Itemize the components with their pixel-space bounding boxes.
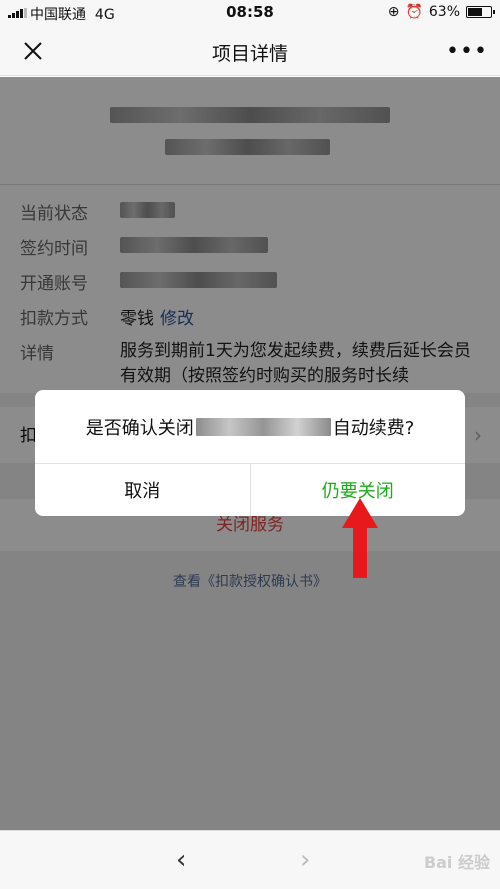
dialog-message-suffix: 自动续费? <box>332 417 415 439</box>
nav-bar: 项目详情 ••• <box>0 26 500 76</box>
dialog-message-prefix: 是否确认关闭 <box>85 417 194 439</box>
confirm-dialog: 是否确认关闭 自动续费? 取消 仍要关闭 <box>35 390 465 516</box>
dialog-message: 是否确认关闭 自动续费? <box>35 390 465 463</box>
annotation-arrow-icon <box>342 498 378 578</box>
bottom-toolbar: ‹ › Bai 经验 <box>0 830 500 889</box>
page-title: 项目详情 <box>211 43 288 65</box>
alarm-icon: ⏰ <box>405 4 423 20</box>
battery-icon <box>466 6 495 18</box>
service-name-redacted <box>195 417 331 436</box>
watermark: Bai 经验 <box>423 853 490 872</box>
cancel-button[interactable]: 取消 <box>35 464 251 516</box>
status-bar: 中国联通 4G 08:58 ⊕ ⏰ 63% <box>0 0 500 26</box>
lock-rotation-icon: ⊕ <box>387 4 400 20</box>
dialog-buttons: 取消 仍要关闭 <box>35 463 465 516</box>
back-icon[interactable]: ‹ <box>176 845 186 875</box>
battery-percent: 63% <box>428 4 460 20</box>
battery-fill <box>468 8 482 16</box>
forward-icon[interactable]: › <box>300 845 310 875</box>
more-icon[interactable]: ••• <box>446 36 487 66</box>
